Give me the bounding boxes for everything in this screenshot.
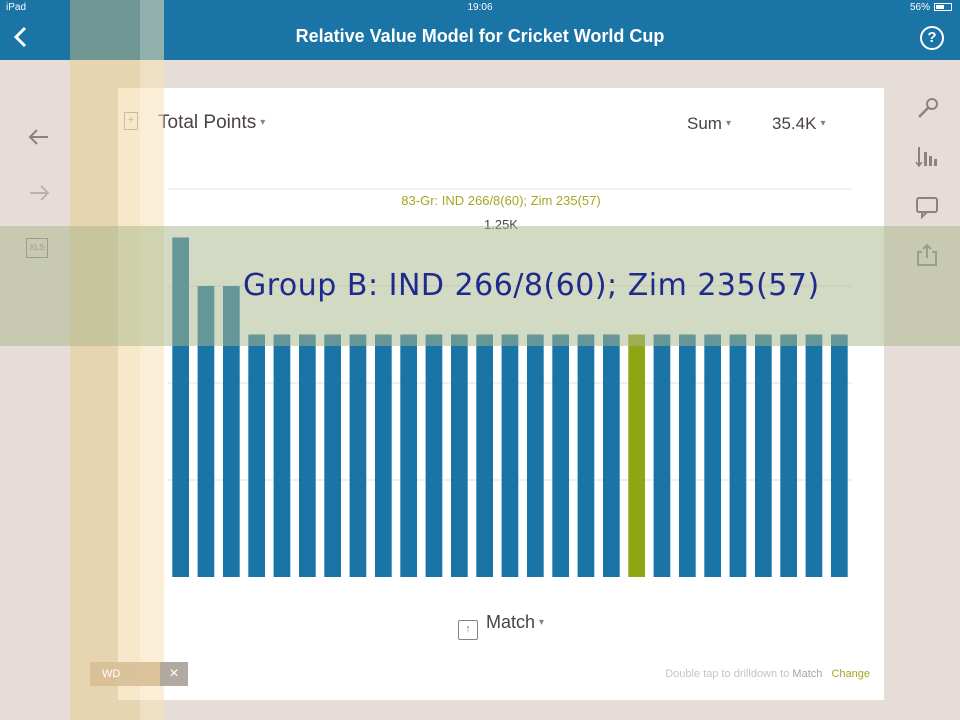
sort-icon — [915, 147, 937, 168]
bar[interactable] — [425, 334, 443, 578]
question-circle-icon: ? — [927, 29, 937, 46]
bar[interactable] — [451, 334, 468, 578]
bar[interactable] — [527, 334, 544, 578]
close-icon: × — [169, 665, 179, 682]
bar[interactable] — [324, 334, 341, 578]
dimension-selector[interactable]: ↑ Match ▾ — [118, 612, 884, 640]
overlay-strip — [70, 0, 140, 720]
bar[interactable] — [603, 334, 620, 578]
bar[interactable] — [729, 334, 747, 578]
bar[interactable] — [476, 334, 493, 578]
sort-button[interactable] — [914, 144, 940, 170]
bar[interactable] — [653, 334, 671, 578]
bar-selected[interactable] — [628, 334, 645, 578]
close-button[interactable]: × — [160, 662, 188, 686]
bar[interactable] — [248, 334, 265, 578]
bar[interactable] — [375, 334, 392, 578]
arrow-left-icon — [28, 129, 48, 145]
bar[interactable] — [400, 334, 417, 578]
drilldown-hint: Double tap to drilldown to Match Change — [665, 668, 870, 680]
wrench-icon — [918, 98, 938, 118]
comment-button[interactable] — [914, 194, 940, 220]
chart-card: + Total Points ▾ Sum ▾ 35.4K ▾ 83-Gr: IND 2… — [118, 88, 884, 700]
bar[interactable] — [552, 334, 569, 578]
bar[interactable] — [501, 334, 519, 578]
comment-icon — [916, 197, 938, 220]
redo-button[interactable] — [26, 180, 52, 206]
bottom-chip[interactable]: WD — [90, 662, 160, 686]
dimension-picker-icon: ↑ — [457, 620, 478, 640]
battery-indicator: 56% — [910, 2, 952, 13]
bar[interactable] — [780, 334, 797, 578]
bottom-chip-label: WD — [102, 668, 121, 680]
hint-dimension: Match — [792, 668, 823, 680]
bar[interactable] — [805, 334, 823, 578]
bar[interactable] — [755, 334, 772, 578]
help-button[interactable]: ? — [920, 26, 944, 50]
bar[interactable] — [679, 334, 696, 578]
battery-icon — [934, 3, 952, 11]
battery-percent: 56% — [909, 2, 930, 13]
settings-button[interactable] — [914, 96, 940, 122]
handwritten-annotation: Group B: IND 266/8(60); Zim 235(57) — [243, 268, 820, 303]
bar-chart[interactable] — [118, 88, 884, 700]
bar[interactable] — [704, 334, 721, 578]
undo-button[interactable] — [26, 124, 52, 150]
bar[interactable] — [577, 334, 595, 578]
bar[interactable] — [273, 334, 291, 578]
bar[interactable] — [831, 334, 848, 578]
bar[interactable] — [349, 334, 367, 578]
arrow-right-icon — [30, 185, 50, 201]
bar[interactable] — [299, 334, 316, 578]
change-link[interactable]: Change — [831, 668, 870, 680]
caret-down-icon: ▾ — [539, 617, 545, 628]
hint-text: Double tap to drilldown to — [665, 668, 790, 680]
dimension-label: Match — [485, 612, 535, 632]
overlay-strip-light — [140, 0, 164, 720]
